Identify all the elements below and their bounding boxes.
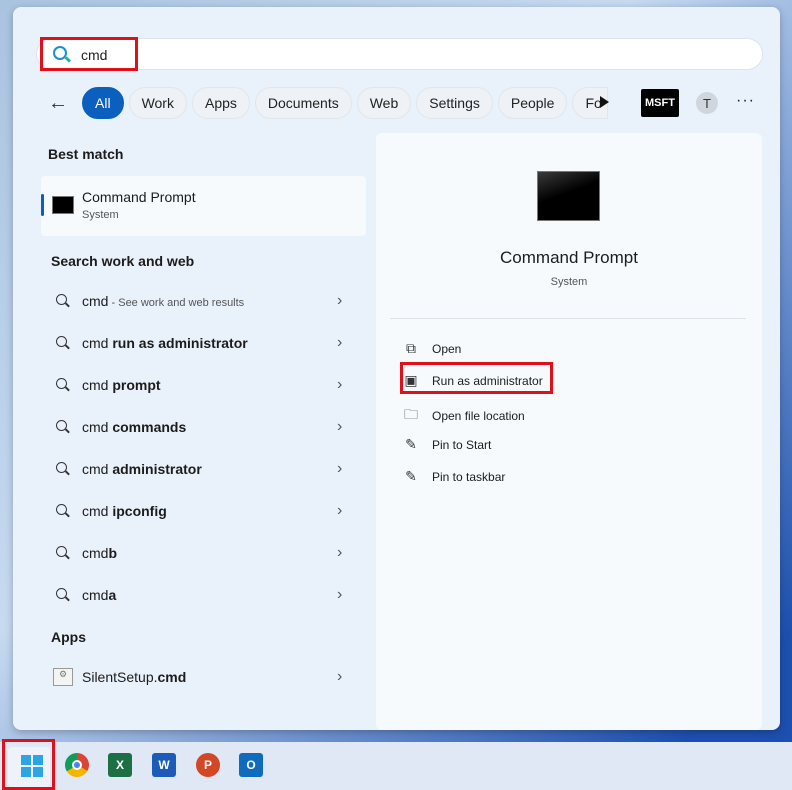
search-icon <box>56 462 67 473</box>
search-icon <box>56 294 67 305</box>
action-label: Pin to taskbar <box>432 469 506 484</box>
web-result-label: cmd administrator <box>82 461 202 477</box>
app-subtitle: System <box>550 276 588 288</box>
folder-icon: 🗀 <box>404 406 418 422</box>
chevron-right-icon[interactable]: › <box>337 460 342 478</box>
web-result-label: cmd - See work and web results <box>82 293 245 309</box>
search-icon <box>56 378 67 389</box>
highlight-run-as-admin <box>400 362 553 394</box>
apps-heading: Apps <box>51 629 86 645</box>
chip-people[interactable]: People <box>497 87 568 119</box>
search-input[interactable]: cmd <box>36 38 763 70</box>
web-result-label: cmda <box>82 587 117 603</box>
chevron-right-icon[interactable]: › <box>337 544 342 562</box>
details-pane: Command Prompt System ⧉ Open ▣ Run as admi… <box>376 133 762 730</box>
command-prompt-icon <box>52 196 74 214</box>
chip-web[interactable]: Web <box>356 87 412 119</box>
web-result-item[interactable]: cmd prompt › <box>41 367 361 403</box>
action-open[interactable]: ⧉ Open <box>402 340 461 357</box>
app-name-match: cmd <box>157 669 187 685</box>
scroll-right-icon[interactable] <box>600 96 609 108</box>
chevron-right-icon[interactable]: › <box>337 334 342 352</box>
search-icon <box>56 336 67 347</box>
chevron-right-icon[interactable]: › <box>337 292 342 310</box>
best-match-title: Command Prompt <box>82 189 196 205</box>
web-result-item[interactable]: cmd ipconfig › <box>41 493 361 529</box>
web-result-item[interactable]: cmd commands › <box>41 409 361 445</box>
web-result-item[interactable]: cmd run as administrator › <box>41 325 361 361</box>
action-label: Pin to Start <box>432 437 492 452</box>
chevron-right-icon[interactable]: › <box>337 586 342 604</box>
search-icon <box>56 588 67 599</box>
divider <box>390 318 746 319</box>
outlook-icon[interactable]: O <box>239 753 263 777</box>
chrome-icon[interactable] <box>65 753 89 777</box>
chevron-right-icon[interactable]: › <box>337 668 342 686</box>
action-pin-to-start[interactable]: ✎ Pin to Start <box>402 436 491 453</box>
web-result-item[interactable]: cmda › <box>41 577 361 613</box>
msft-logo[interactable]: MSFT <box>641 89 679 117</box>
web-result-label: cmd ipconfig <box>82 503 167 519</box>
app-result[interactable]: ⚙ SilentSetup.cmd › <box>41 659 361 695</box>
chip-settings[interactable]: Settings <box>416 87 493 119</box>
search-icon <box>56 546 67 557</box>
action-open-file-location[interactable]: 🗀 Open file location <box>402 404 525 428</box>
web-result-item[interactable]: cmd administrator › <box>41 451 361 487</box>
web-result-label: cmd prompt <box>82 377 161 393</box>
highlight-search <box>40 37 138 71</box>
excel-icon[interactable]: X <box>108 753 132 777</box>
app-name: SilentSetup. <box>82 669 158 685</box>
pin-icon: ✎ <box>405 468 417 484</box>
arrow-left-icon[interactable]: ← <box>48 92 82 115</box>
chevron-right-icon[interactable]: › <box>337 376 342 394</box>
powerpoint-icon[interactable]: P <box>196 753 220 777</box>
best-match-subtitle: System <box>82 209 119 221</box>
web-result-label: cmdb <box>82 545 118 561</box>
script-file-icon: ⚙ <box>53 668 73 686</box>
more-icon[interactable]: ··· <box>736 92 755 110</box>
web-heading: Search work and web <box>51 253 195 269</box>
open-external-icon: ⧉ <box>406 340 416 356</box>
filter-bar: ← All Work Apps Documents Web Settings P… <box>48 87 613 119</box>
chip-all[interactable]: All <box>82 87 124 119</box>
pin-icon: ✎ <box>405 436 417 452</box>
chevron-right-icon[interactable]: › <box>337 418 342 436</box>
best-match-item[interactable]: Command Prompt System <box>41 176 366 236</box>
web-result-label: cmd run as administrator <box>82 335 248 351</box>
action-pin-to-taskbar[interactable]: ✎ Pin to taskbar <box>402 468 505 485</box>
command-prompt-large-icon <box>537 171 600 221</box>
app-title: Command Prompt <box>500 248 638 267</box>
action-label: Open file location <box>432 409 525 423</box>
web-result-item[interactable]: cmd - See work and web results › <box>41 283 361 319</box>
web-result-item[interactable]: cmdb › <box>41 535 361 571</box>
chip-work[interactable]: Work <box>128 87 187 119</box>
chevron-right-icon[interactable]: › <box>337 502 342 520</box>
avatar[interactable]: T <box>696 92 718 114</box>
search-icon <box>56 420 67 431</box>
web-result-label: cmd commands <box>82 419 187 435</box>
chip-apps[interactable]: Apps <box>191 87 250 119</box>
action-label: Open <box>432 341 462 356</box>
selection-indicator <box>41 194 44 216</box>
best-match-heading: Best match <box>48 146 124 162</box>
chip-documents[interactable]: Documents <box>254 87 352 119</box>
word-icon[interactable]: W <box>152 753 176 777</box>
highlight-start <box>2 739 55 790</box>
search-icon <box>56 504 67 515</box>
